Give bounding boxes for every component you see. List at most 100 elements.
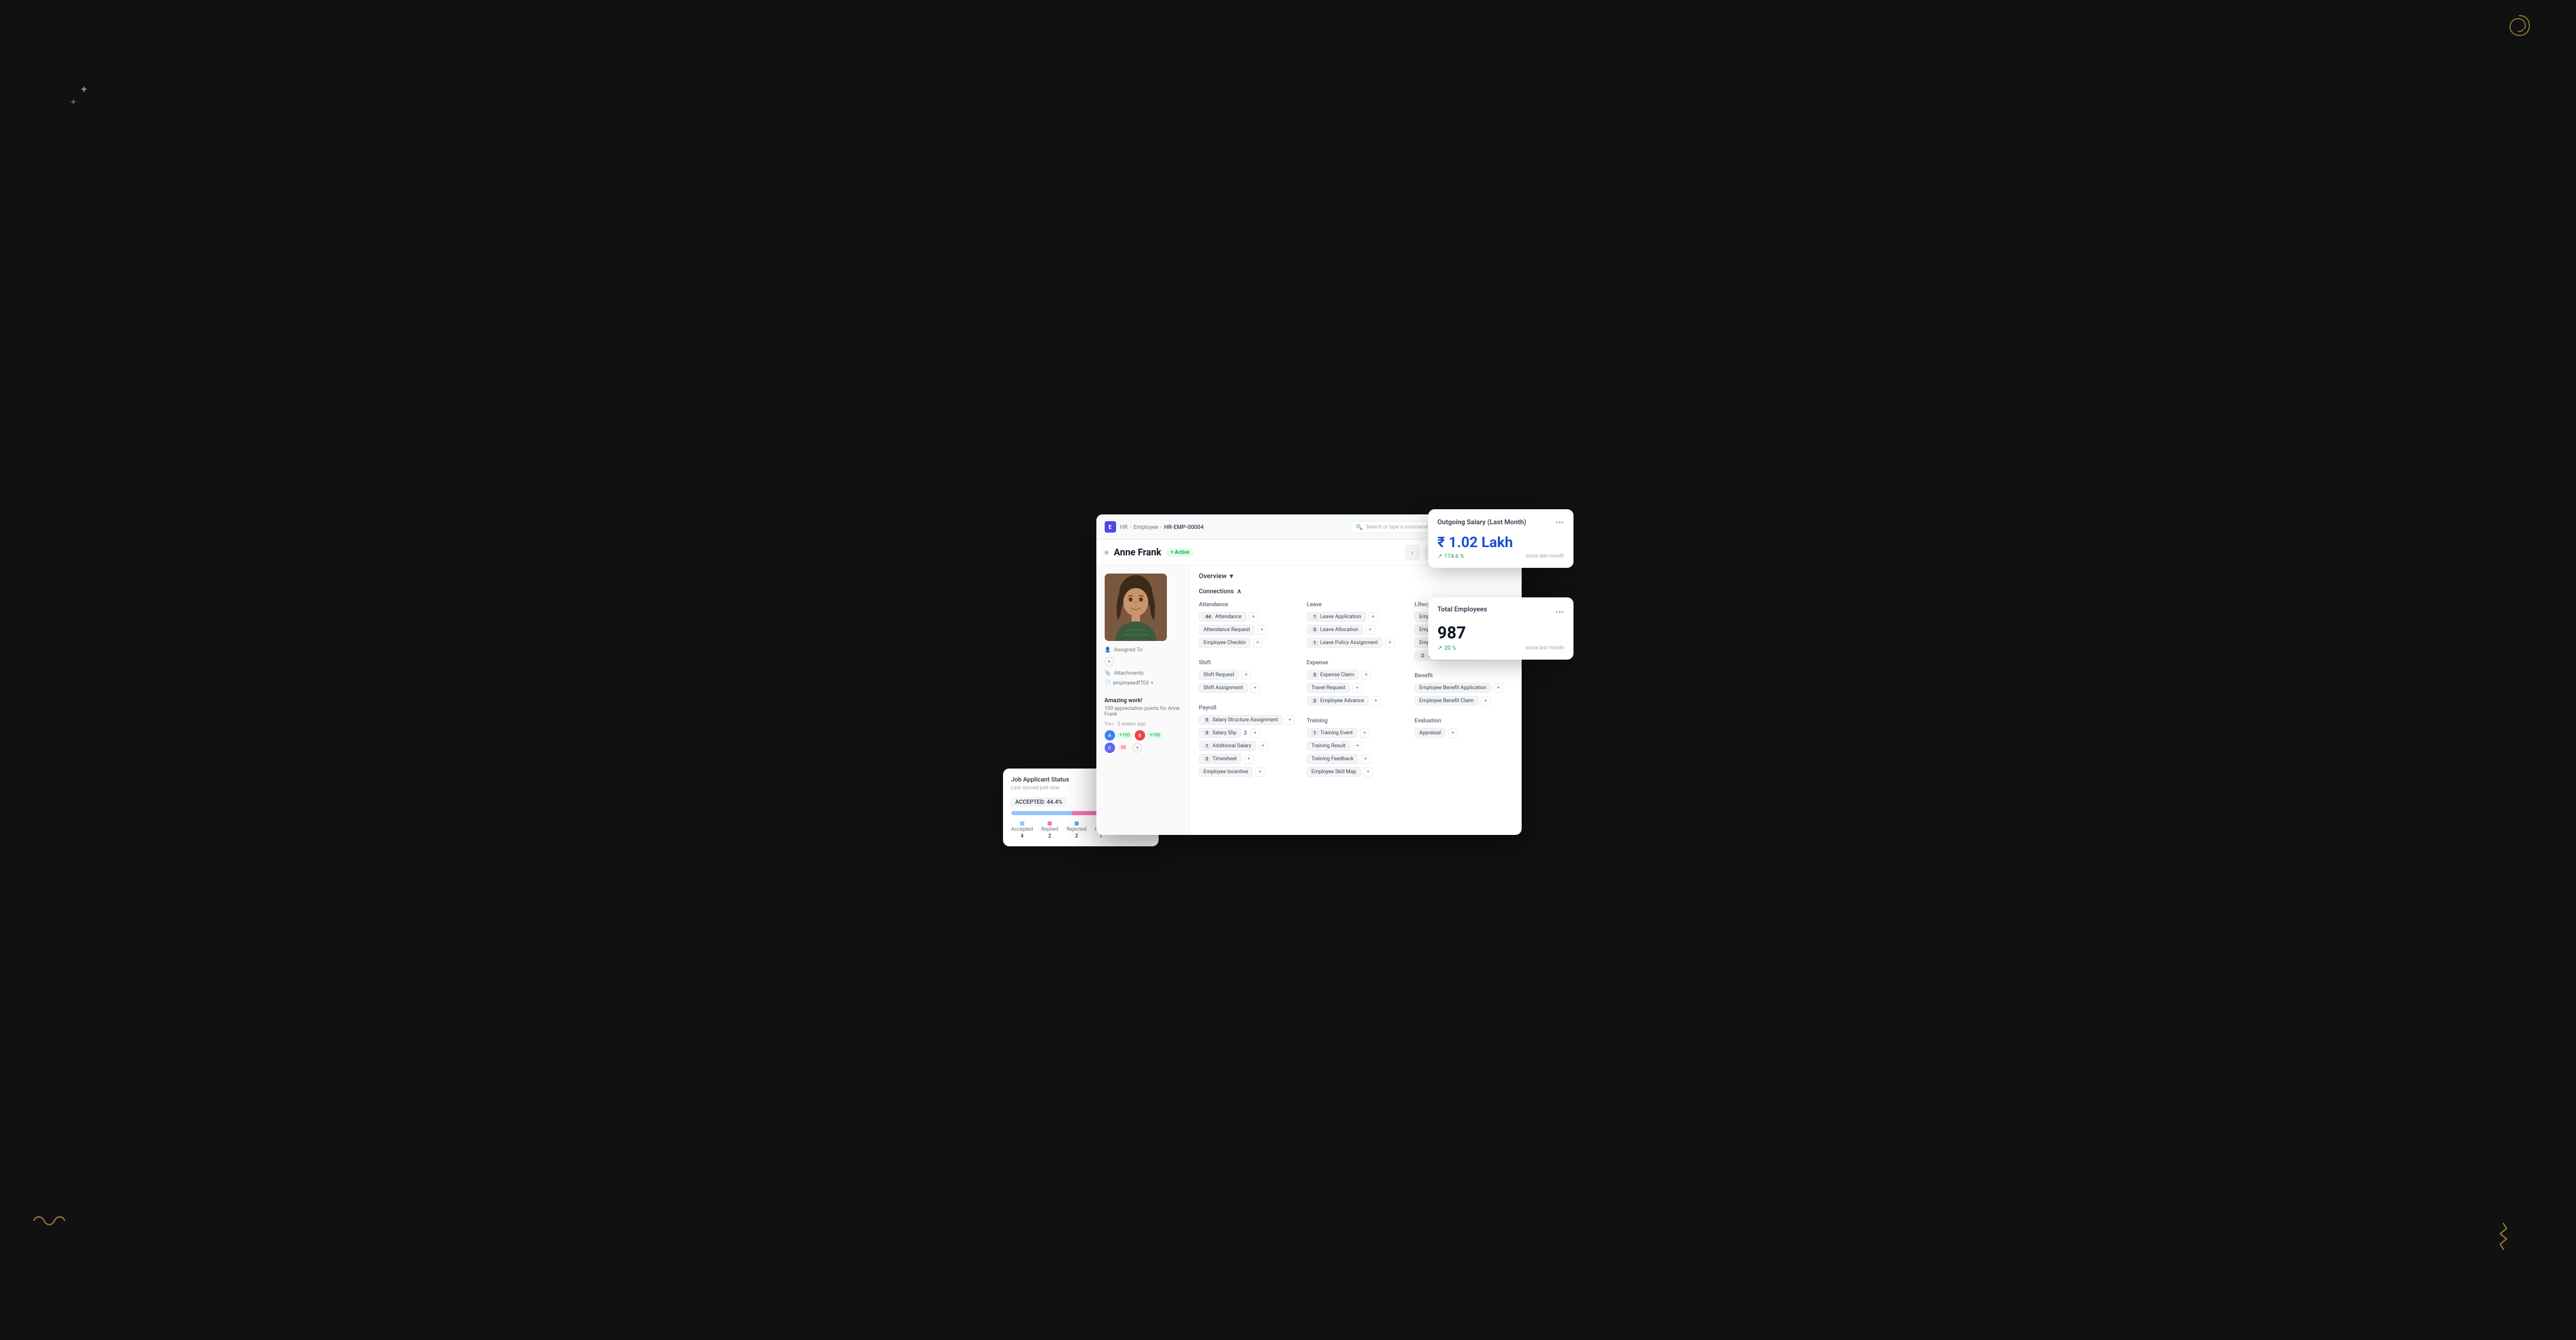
- salary-slip-add-button[interactable]: +: [1250, 729, 1260, 738]
- spiral-decoration: [2503, 10, 2535, 48]
- employees-since: since last month: [1526, 645, 1564, 651]
- leave-policy-add-button[interactable]: +: [1385, 638, 1395, 648]
- training-event-label: Training Event: [1320, 730, 1353, 736]
- timesheet-tag[interactable]: 2 Timesheet: [1199, 754, 1242, 764]
- connections-header: Connections ∧: [1199, 588, 1512, 595]
- conn-appraisal: Appraisal +: [1415, 728, 1512, 738]
- conn-timesheet: 2 Timesheet +: [1199, 754, 1297, 764]
- conn-training-event: 1 Training Event +: [1307, 728, 1404, 738]
- breadcrumb-hr[interactable]: HR: [1120, 524, 1128, 531]
- employee-checkin-label: Employee Checkin: [1204, 640, 1246, 646]
- conn-attendance: 44 Attendance +: [1199, 612, 1297, 622]
- shift-assignment-label: Shift Assignment: [1204, 685, 1243, 691]
- leave-application-tag[interactable]: 1 Leave Application: [1307, 612, 1366, 622]
- menu-icon[interactable]: ≡: [1105, 548, 1109, 557]
- additional-salary-label: Additional Salary: [1213, 743, 1251, 749]
- training-event-tag[interactable]: 1 Training Event: [1307, 728, 1358, 738]
- shift-assignment-tag[interactable]: Shift Assignment: [1199, 683, 1248, 693]
- benefit-application-tag[interactable]: Employee Benefit Application: [1415, 683, 1492, 693]
- salary-more-button[interactable]: •••: [1555, 518, 1564, 527]
- employee-checkin-add-button[interactable]: +: [1253, 638, 1262, 648]
- employee-skill-map-add-button[interactable]: +: [1363, 767, 1373, 777]
- training-result-add-button[interactable]: +: [1353, 742, 1362, 751]
- legend-rejected: Rejected 2: [1067, 821, 1087, 839]
- additional-salary-tag[interactable]: 1 Additional Salary: [1199, 741, 1256, 751]
- employee-advance-count: 2: [1312, 699, 1318, 704]
- legend-label-replied: Replied: [1041, 827, 1059, 832]
- employee-photo: [1105, 574, 1167, 641]
- training-feedback-tag[interactable]: Training Feedback: [1307, 754, 1358, 764]
- legend-count-replied: 2: [1048, 833, 1051, 839]
- attendance-add-button[interactable]: +: [1249, 612, 1258, 622]
- employee-advance-add-button[interactable]: +: [1371, 696, 1381, 706]
- add-assignee-button[interactable]: +: [1105, 657, 1114, 666]
- additional-salary-count: 1: [1204, 744, 1210, 749]
- salary-slip-num: 3: [1244, 730, 1247, 736]
- conn-leave-allocation: 5 Leave Allocation +: [1307, 625, 1404, 635]
- expense-claim-tag[interactable]: 5 Expense Claim: [1307, 670, 1359, 680]
- conn-salary-slip: 5 Salary Slip 3 +: [1199, 728, 1297, 738]
- leave-application-add-button[interactable]: +: [1369, 612, 1378, 622]
- employees-change: ↗ 20 %: [1438, 645, 1456, 651]
- travel-request-add-button[interactable]: +: [1353, 683, 1362, 693]
- comment-meta: You · 3 weeks ago: [1105, 721, 1181, 727]
- training-event-add-button[interactable]: +: [1360, 729, 1369, 738]
- avatar-2: B: [1135, 730, 1145, 741]
- employee-incentive-add-button[interactable]: +: [1255, 767, 1264, 777]
- breadcrumb-record: HR-EMP-00004: [1164, 524, 1204, 531]
- benefit-application-add-button[interactable]: +: [1494, 683, 1503, 693]
- conn-travel-request: Travel Request +: [1307, 683, 1404, 693]
- leave-allocation-label: Leave Allocation: [1320, 627, 1358, 633]
- employees-more-button[interactable]: •••: [1555, 607, 1564, 617]
- breadcrumb-employee[interactable]: Employee: [1133, 524, 1158, 531]
- employee-checkin-tag[interactable]: Employee Checkin: [1199, 638, 1250, 648]
- training-feedback-add-button[interactable]: +: [1361, 755, 1370, 764]
- leave-policy-tag[interactable]: 1 Leave Policy Assignment: [1307, 638, 1383, 648]
- shift-request-add-button[interactable]: +: [1242, 671, 1251, 680]
- attendance-section: Attendance 44 Attendance + Attendance Re…: [1199, 601, 1297, 780]
- employee-incentive-tag[interactable]: Employee Incentive: [1199, 767, 1253, 777]
- benefit-claim-add-button[interactable]: +: [1481, 696, 1491, 706]
- appraisal-add-button[interactable]: +: [1448, 729, 1457, 738]
- nav-prev-button[interactable]: ‹: [1405, 545, 1419, 560]
- avatar-1: A: [1105, 730, 1115, 741]
- conn-attendance-request: Attendance Request +: [1199, 625, 1297, 635]
- employee-advance-tag[interactable]: 2 Employee Advance: [1307, 696, 1369, 706]
- benefit-claim-tag[interactable]: Employee Benefit Claim: [1415, 696, 1479, 706]
- conn-benefit-claim: Employee Benefit Claim +: [1415, 696, 1512, 706]
- employee-skill-map-tag[interactable]: Employee Skill Map: [1307, 767, 1361, 777]
- timesheet-count: 2: [1204, 757, 1210, 762]
- salary-widget: Outgoing Salary (Last Month) ••• ₹ 1.02 …: [1428, 509, 1574, 568]
- salary-slip-label: Salary Slip: [1213, 730, 1236, 736]
- leave-allocation-tag[interactable]: 5 Leave Allocation: [1307, 625, 1363, 635]
- legend-count-rejected: 2: [1075, 833, 1078, 839]
- shift-assignment-add-button[interactable]: +: [1250, 683, 1260, 693]
- attachment-item[interactable]: 📄 employeedf703 ▾: [1105, 680, 1181, 686]
- attendance-request-tag[interactable]: Attendance Request: [1199, 625, 1255, 635]
- paperclip-icon: 📎: [1105, 671, 1111, 676]
- salary-structure-tag[interactable]: 5 Salary Structure Assignment: [1199, 715, 1283, 725]
- training-result-tag[interactable]: Training Result: [1307, 741, 1350, 751]
- expense-claim-add-button[interactable]: +: [1361, 671, 1371, 680]
- travel-request-tag[interactable]: Travel Request: [1307, 683, 1350, 693]
- shift-request-tag[interactable]: Shift Request: [1199, 670, 1240, 680]
- expense-claim-count: 5: [1312, 673, 1318, 678]
- shift-title: Shift: [1199, 659, 1297, 666]
- attachment-filename: employeedf703: [1113, 680, 1149, 686]
- bar-accepted: [1011, 811, 1073, 815]
- overview-header[interactable]: Overview ▾: [1199, 573, 1512, 580]
- timesheet-add-button[interactable]: +: [1244, 755, 1254, 764]
- attendance-request-add-button[interactable]: +: [1257, 625, 1266, 635]
- benefit-application-label: Employee Benefit Application: [1419, 685, 1487, 691]
- salary-structure-add-button[interactable]: +: [1285, 716, 1294, 725]
- attendance-tag[interactable]: 44 Attendance: [1199, 612, 1246, 622]
- add-comment-button[interactable]: +: [1133, 743, 1142, 752]
- appraisal-tag[interactable]: Appraisal: [1415, 728, 1446, 738]
- leave-allocation-add-button[interactable]: +: [1366, 625, 1375, 635]
- additional-salary-add-button[interactable]: +: [1259, 742, 1268, 751]
- person-icon: 👤: [1105, 647, 1111, 653]
- leave-application-count: 1: [1312, 615, 1318, 620]
- leave-policy-count: 1: [1312, 640, 1318, 646]
- salary-slip-tag[interactable]: 5 Salary Slip: [1199, 728, 1242, 738]
- attendance-title: Attendance: [1199, 601, 1297, 608]
